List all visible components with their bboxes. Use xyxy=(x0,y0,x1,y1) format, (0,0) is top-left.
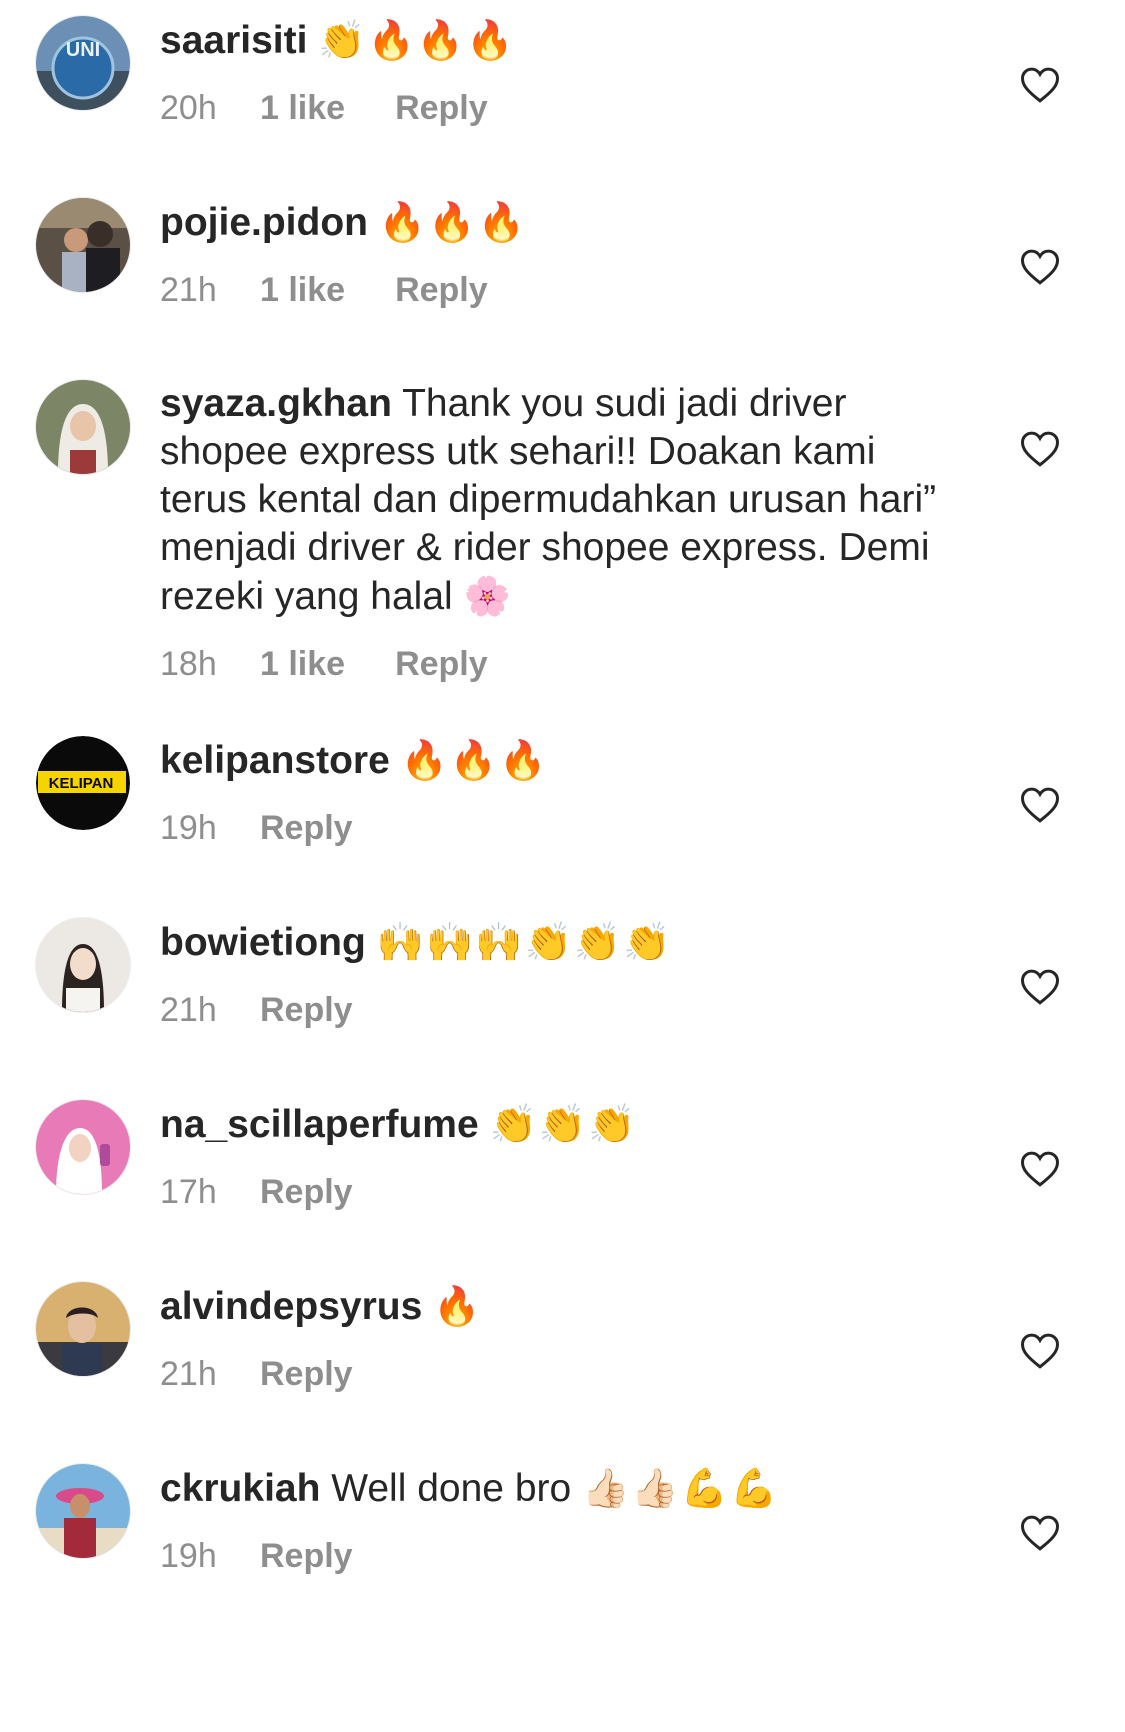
timestamp: 21h xyxy=(160,1355,217,1393)
svg-text:KELIPAN: KELIPAN xyxy=(49,775,114,792)
reply-button[interactable]: Reply xyxy=(395,645,488,684)
emoji-text: 👍🏻👍🏻💪💪 xyxy=(582,1466,780,1510)
reply-button[interactable]: Reply xyxy=(260,809,353,848)
heart-icon[interactable] xyxy=(1020,1332,1060,1370)
timestamp: 20h xyxy=(160,89,217,127)
reply-button[interactable]: Reply xyxy=(260,1537,353,1576)
timestamp: 19h xyxy=(160,1537,217,1575)
heart-icon[interactable] xyxy=(1020,248,1060,286)
heart-icon[interactable] xyxy=(1020,968,1060,1006)
timestamp: 18h xyxy=(160,645,217,683)
username[interactable]: saarisiti xyxy=(160,19,307,62)
emoji-text: 🔥🔥🔥 xyxy=(378,200,527,244)
reply-button[interactable]: Reply xyxy=(260,991,353,1030)
username[interactable]: alvindepsyrus xyxy=(160,1285,422,1328)
avatar[interactable] xyxy=(36,380,130,474)
likes-count[interactable]: 1 like xyxy=(260,271,345,310)
reply-button[interactable]: Reply xyxy=(395,271,488,310)
username[interactable]: kelipanstore xyxy=(160,739,390,782)
timestamp: 21h xyxy=(160,991,217,1029)
avatar[interactable]: UNI xyxy=(36,16,130,110)
username[interactable]: ckrukiah xyxy=(160,1467,320,1510)
username[interactable]: pojie.pidon xyxy=(160,201,368,244)
emoji-text: 👏🔥🔥🔥 xyxy=(318,18,516,62)
heart-icon[interactable] xyxy=(1020,430,1060,468)
username[interactable]: bowietiong xyxy=(160,921,366,964)
username[interactable]: syaza.gkhan xyxy=(160,382,392,425)
likes-count[interactable]: 1 like xyxy=(260,645,345,684)
avatar[interactable] xyxy=(36,918,130,1012)
emoji-text: 🙌🙌🙌👏👏👏 xyxy=(376,920,673,964)
heart-icon[interactable] xyxy=(1020,1150,1060,1188)
emoji-text: 🔥 xyxy=(433,1284,483,1328)
likes-count[interactable]: 1 like xyxy=(260,89,345,128)
username[interactable]: na_scillaperfume xyxy=(160,1103,479,1146)
timestamp: 19h xyxy=(160,809,217,847)
emoji-text: 👏👏👏 xyxy=(489,1102,638,1146)
svg-text:UNI: UNI xyxy=(66,39,100,61)
reply-button[interactable]: Reply xyxy=(260,1355,353,1394)
heart-icon[interactable] xyxy=(1020,66,1060,104)
emoji-text: 🌸 xyxy=(463,574,513,618)
comment-text: Well done bro xyxy=(331,1467,572,1510)
avatar[interactable] xyxy=(36,1282,130,1376)
avatar[interactable] xyxy=(36,1464,130,1558)
reply-button[interactable]: Reply xyxy=(395,89,488,128)
emoji-text: 🔥🔥🔥 xyxy=(400,738,549,782)
timestamp: 17h xyxy=(160,1173,217,1211)
reply-button[interactable]: Reply xyxy=(260,1173,353,1212)
avatar[interactable] xyxy=(36,1100,130,1194)
avatar[interactable]: KELIPAN xyxy=(36,736,130,830)
heart-icon[interactable] xyxy=(1020,1514,1060,1552)
avatar[interactable] xyxy=(36,198,130,292)
heart-icon[interactable] xyxy=(1020,786,1060,824)
timestamp: 21h xyxy=(160,271,217,309)
